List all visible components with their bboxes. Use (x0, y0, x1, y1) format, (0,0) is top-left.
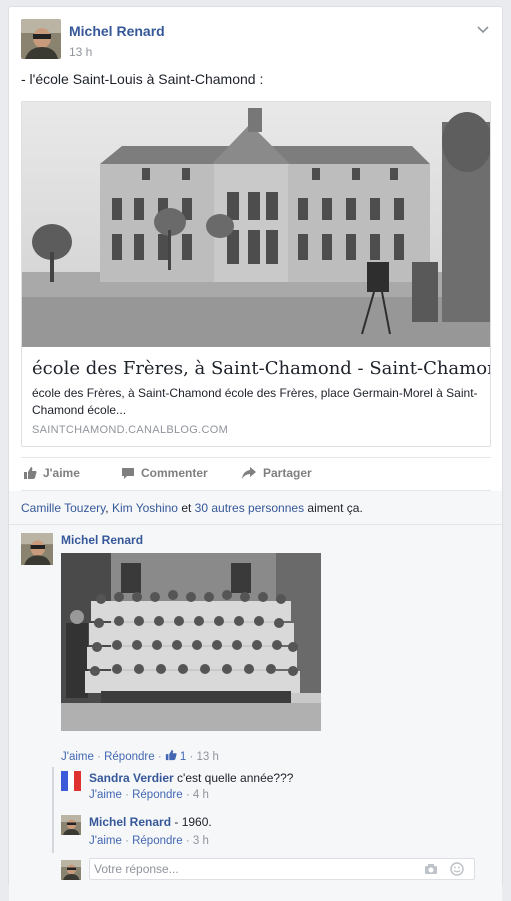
meta-dot: · (182, 835, 193, 847)
comment-button[interactable]: Commenter (121, 466, 208, 480)
share-label: Partager (263, 466, 312, 480)
reply-body: Michel Renard - 1960. (89, 815, 212, 829)
reply-author[interactable]: Sandra Verdier (89, 771, 174, 785)
meta-dot: · (93, 751, 105, 763)
post-header: Michel Renard 13 h (21, 19, 491, 61)
share-icon (242, 467, 256, 479)
likes-others-link[interactable]: 30 autres personnes (195, 501, 304, 515)
reply-text: - 1960. (171, 815, 212, 829)
reply-like-link[interactable]: J'aime (89, 789, 122, 801)
comment-meta: J'aime · Répondre · 1 · 13 h (61, 749, 219, 763)
post-card: Michel Renard 13 h - l'école Saint-Louis… (8, 6, 503, 901)
meta-dot: · (182, 789, 193, 801)
commenter-avatar[interactable] (21, 533, 53, 565)
meta-dot: · (186, 751, 197, 763)
link-domain: SAINTCHAMOND.CANALBLOG.COM (32, 424, 229, 436)
reply-avatar[interactable] (61, 771, 81, 791)
link-preview[interactable]: école des Frères, à Saint-Chamond - Sain… (21, 101, 491, 447)
reply-thread-line (52, 767, 54, 853)
likes-and: et (177, 501, 195, 515)
camera-icon[interactable] (424, 863, 438, 875)
reply-time[interactable]: 4 h (193, 789, 209, 801)
post-actions-bar: J'aime Commenter Partager (21, 457, 491, 491)
post-text: - l'école Saint-Louis à Saint-Chamond : (21, 71, 264, 87)
likes-suffix: aiment ça. (304, 501, 363, 515)
thumbs-up-icon (24, 467, 37, 479)
comment-author[interactable]: Michel Renard (61, 533, 143, 547)
post-author-name[interactable]: Michel Renard (69, 23, 165, 39)
reply-body: Sandra Verdier c'est quelle année??? (89, 771, 293, 785)
comments-section: Camille Touzery, Kim Yoshino et 30 autre… (9, 491, 502, 901)
author-avatar[interactable] (21, 19, 61, 59)
meta-dot: · (154, 751, 165, 763)
comment-time[interactable]: 13 h (197, 751, 219, 763)
class-photo[interactable] (61, 553, 321, 731)
like-label: J'aime (43, 466, 80, 480)
share-button[interactable]: Partager (241, 466, 312, 480)
reply-input-box[interactable] (89, 858, 475, 880)
reply-text: c'est quelle année??? (173, 771, 294, 785)
liker-name-2[interactable]: Kim Yoshino (112, 501, 178, 515)
thumbs-up-icon[interactable] (165, 749, 177, 761)
reply-author[interactable]: Michel Renard (89, 815, 171, 829)
reply-reply-link[interactable]: Répondre (132, 835, 183, 847)
reply-time[interactable]: 3 h (193, 835, 209, 847)
school-photo[interactable] (22, 102, 491, 347)
reply-reply-link[interactable]: Répondre (132, 789, 183, 801)
link-title[interactable]: école des Frères, à Saint-Chamond - Sain… (32, 358, 490, 379)
reply-input[interactable] (94, 861, 394, 877)
likes-summary: Camille Touzery, Kim Yoshino et 30 autre… (21, 501, 363, 515)
like-button[interactable]: J'aime (23, 466, 80, 480)
reply-avatar[interactable] (61, 815, 81, 835)
reply-meta: J'aime · Répondre · 4 h (89, 789, 209, 801)
chevron-down-icon[interactable] (475, 21, 491, 37)
likes-comma: , (105, 501, 112, 515)
emoji-icon[interactable] (450, 862, 464, 876)
comment-icon (122, 468, 134, 479)
meta-dot: · (121, 835, 133, 847)
comment-label: Commenter (141, 466, 208, 480)
current-user-avatar (61, 860, 81, 880)
reply-meta: J'aime · Répondre · 3 h (89, 835, 209, 847)
link-description: école des Frères, à Saint-Chamond école … (32, 386, 478, 417)
reply-like-link[interactable]: J'aime (89, 835, 122, 847)
divider (9, 524, 502, 525)
liker-name-1[interactable]: Camille Touzery (21, 501, 105, 515)
comment-like-link[interactable]: J'aime (61, 751, 94, 763)
post-timestamp[interactable]: 13 h (69, 45, 92, 59)
meta-dot: · (121, 789, 133, 801)
comment-reply-link[interactable]: Répondre (104, 751, 155, 763)
